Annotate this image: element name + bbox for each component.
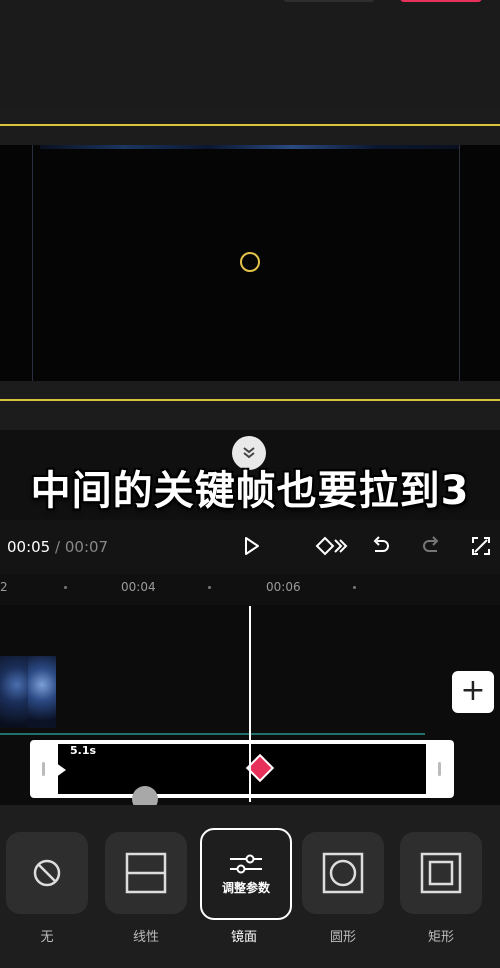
mask-center-handle[interactable]	[240, 252, 260, 272]
ruler-label: 00:04	[121, 580, 156, 594]
time-separator: /	[55, 538, 61, 556]
mask-option-rectangle[interactable]	[400, 832, 482, 914]
video-clip-thumbnail[interactable]	[0, 656, 56, 728]
ruler-label: 2	[0, 580, 8, 594]
trim-handle-right[interactable]	[438, 762, 441, 776]
rectangle-icon	[420, 852, 462, 894]
mask-guide-line-top[interactable]	[0, 124, 500, 126]
fullscreen-icon	[472, 537, 490, 555]
mask-option-label: 矩形	[427, 930, 454, 945]
mask-option-linear[interactable]	[105, 832, 187, 914]
top-toolbar	[0, 0, 500, 110]
mask-option-label: 圆形	[329, 930, 356, 945]
fullscreen-button[interactable]	[465, 530, 497, 562]
mask-option-circle[interactable]	[302, 832, 384, 914]
none-icon	[33, 859, 61, 887]
redo-button[interactable]	[416, 530, 448, 562]
main-track-line	[0, 733, 425, 735]
playhead[interactable]	[249, 606, 251, 802]
video-content-strip	[40, 145, 460, 149]
play-button[interactable]	[235, 530, 267, 562]
clip-duration: 5.1s	[70, 744, 97, 757]
redo-icon	[423, 536, 439, 552]
tutorial-caption: 中间的关键帧也要拉到3	[30, 468, 470, 514]
frame-edge-left	[32, 145, 33, 381]
timeline-ruler[interactable]	[0, 575, 500, 605]
total-time: 00:07	[64, 538, 109, 556]
clip-start-marker	[52, 760, 66, 780]
undo-button[interactable]	[364, 530, 396, 562]
mask-option-label: 线性	[132, 930, 159, 945]
trim-handle-left[interactable]	[42, 762, 45, 776]
keyframe-icon	[315, 536, 348, 556]
keyframe-button[interactable]	[312, 530, 350, 562]
circle-icon	[322, 852, 364, 894]
mask-clip-body[interactable]	[58, 744, 426, 794]
ruler-tick	[208, 586, 211, 589]
current-time: 00:05	[7, 538, 51, 556]
video-clip-frame	[28, 656, 56, 728]
adjust-params-label: 调整参数	[221, 880, 270, 895]
ruler-label: 00:06	[266, 580, 301, 594]
timecode: 00:05 / 00:07	[7, 538, 108, 556]
undo-icon	[373, 536, 389, 552]
mask-option-none[interactable]	[6, 832, 88, 914]
export-button[interactable]	[400, 0, 482, 2]
adjust-params-icon	[230, 854, 262, 873]
mask-option-mirror[interactable]: 调整参数	[200, 828, 292, 920]
play-icon	[245, 537, 259, 555]
ruler-tick	[64, 586, 67, 589]
linear-icon	[125, 852, 167, 894]
resolution-button[interactable]	[283, 0, 375, 2]
add-clip-button[interactable]: +	[452, 671, 494, 713]
mask-option-label: 镜面	[230, 930, 257, 945]
mask-guide-line-bottom[interactable]	[0, 399, 500, 401]
mask-option-label: 无	[40, 930, 54, 945]
ruler-tick	[353, 586, 356, 589]
frame-edge-right	[459, 145, 460, 381]
